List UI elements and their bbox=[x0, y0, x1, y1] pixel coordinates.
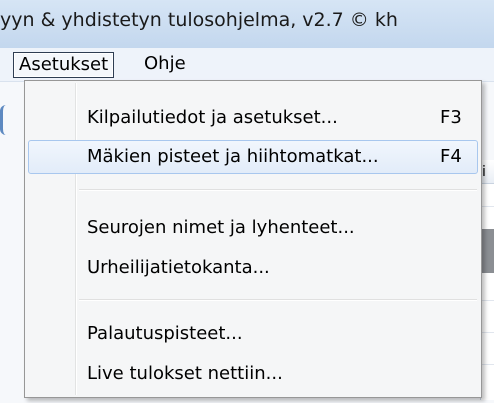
menu-item-seurojen-nimet[interactable]: Seurojen nimet ja lyhenteet... bbox=[28, 211, 478, 245]
background-grid-line bbox=[481, 364, 494, 365]
background-grid-selected-row bbox=[481, 229, 494, 273]
menu-item-makien-pisteet[interactable]: Mäkien pisteet ja hiihtomatkat... F4 bbox=[28, 140, 478, 174]
menu-item-kilpailutiedot[interactable]: Kilpailutiedot ja asetukset... F3 bbox=[28, 101, 478, 135]
menu-item-label: Urheilijatietokanta... bbox=[87, 257, 270, 278]
menu-asetukset[interactable]: Asetukset bbox=[13, 52, 115, 78]
menu-separator bbox=[79, 189, 477, 191]
menu-item-label: Kilpailutiedot ja asetukset... bbox=[87, 107, 338, 128]
menu-item-shortcut: F3 bbox=[440, 107, 462, 128]
window-title: yyn & yhdistetyn tulosohjelma, v2.7 © kh bbox=[0, 9, 398, 31]
background-grid-header: i bbox=[480, 160, 494, 184]
asetukset-dropdown-menu: Kilpailutiedot ja asetukset... F3 Mäkien… bbox=[24, 80, 482, 398]
menu-item-urheilijatietokanta[interactable]: Urheilijatietokanta... bbox=[28, 251, 478, 285]
menu-item-shortcut: F4 bbox=[440, 146, 462, 167]
background-grid-line bbox=[481, 300, 494, 301]
menu-item-label: Live tulokset nettiin... bbox=[87, 363, 283, 384]
menu-bar: Asetukset Ohje bbox=[0, 48, 494, 82]
background-grid-line bbox=[481, 332, 494, 333]
menu-item-label: Seurojen nimet ja lyhenteet... bbox=[87, 217, 355, 238]
menu-item-label: Palautuspisteet... bbox=[87, 323, 243, 344]
title-bar: yyn & yhdistetyn tulosohjelma, v2.7 © kh bbox=[0, 0, 494, 48]
menu-item-label: Mäkien pisteet ja hiihtomatkat... bbox=[87, 146, 379, 167]
menu-separator bbox=[79, 299, 477, 301]
menu-item-live-tulokset[interactable]: Live tulokset nettiin... bbox=[28, 357, 478, 391]
background-tab-edge bbox=[0, 105, 11, 135]
menu-ohje[interactable]: Ohje bbox=[139, 52, 191, 76]
menu-item-palautuspisteet[interactable]: Palautuspisteet... bbox=[28, 317, 478, 351]
background-grid-line bbox=[481, 206, 494, 207]
